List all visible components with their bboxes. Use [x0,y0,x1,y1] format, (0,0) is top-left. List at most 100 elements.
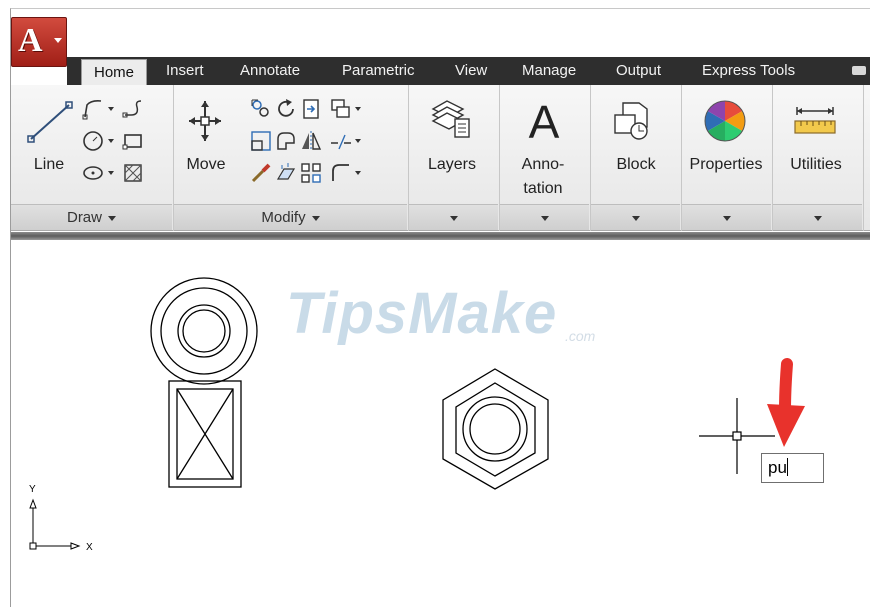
rectangle-icon [122,134,142,150]
ellipse-tool[interactable] [81,161,105,185]
draw-panel-footer[interactable]: Draw [11,204,172,230]
move-tool[interactable] [187,99,223,143]
layers-panel-footer[interactable] [409,204,498,230]
chevron-down-icon [54,38,62,43]
layered-boxes-icon [331,99,350,118]
copy-tool[interactable] [249,97,273,121]
hex-nut-drawing[interactable] [442,368,549,490]
chevron-down-icon [631,215,640,221]
move-label: Move [186,156,226,173]
array-stack-tool[interactable] [329,97,353,121]
fillet-tool[interactable] [274,129,298,153]
color-wheel-icon [704,100,746,142]
spline-icon [122,100,142,118]
grid-array-icon [301,163,321,183]
rectangle-tool[interactable] [121,129,145,153]
ucs-icon [29,498,81,550]
chevron-down-icon [540,215,549,221]
rotate-tool[interactable] [274,97,298,121]
erase-tool[interactable] [249,161,273,185]
block-tool[interactable] [611,97,657,143]
application-menu-button[interactable]: A [11,17,67,67]
utilities-panel-footer[interactable] [773,204,862,230]
chevron-down-icon [722,215,731,221]
line-icon [27,101,73,143]
chevron-down-icon [813,215,822,221]
red-arrow-pointer [767,358,805,447]
break-line-icon [331,134,351,150]
ellipse-icon [83,166,103,180]
block-panel-footer[interactable] [591,204,680,230]
circle-box-drawing[interactable] [150,277,258,488]
utilities-label: Utilities [790,156,842,173]
stretch-tool[interactable] [249,129,273,153]
mirror-icon [302,131,322,151]
dynamic-input-field[interactable]: pu [761,453,824,483]
stack-dropdown[interactable] [353,97,363,121]
autocad-logo: A [18,22,43,59]
fillet-icon [277,132,295,150]
autocad-window: A Home Insert Annotate Parametric View M… [10,8,870,607]
modify-panel-footer[interactable]: Modify [174,204,407,230]
layers-icon [431,100,470,138]
chamfer-dropdown[interactable] [353,161,363,185]
tab-parametric[interactable]: Parametric [342,57,415,85]
explode-tool[interactable] [274,161,298,185]
polyline-tool[interactable] [81,97,105,121]
ellipse-dropdown[interactable] [106,161,116,185]
tab-output[interactable]: Output [616,57,661,85]
annotation-label-line2: tation [523,180,563,197]
text-cursor [786,458,788,476]
mirror-tool[interactable] [299,129,323,153]
trim-tool[interactable] [299,97,323,121]
modify-panel-title: Modify [261,209,306,226]
hatch-tool[interactable] [121,161,145,185]
panel-divider [863,85,864,231]
chamfer-tool[interactable] [329,161,353,185]
tab-view[interactable]: View [455,57,487,85]
polyline-icon [82,100,102,120]
properties-panel-footer[interactable] [682,204,771,230]
break-dropdown[interactable] [353,129,363,153]
brush-icon [251,163,271,183]
tab-manage[interactable]: Manage [522,57,576,85]
line-tool[interactable] [25,97,75,147]
draw-panel-title: Draw [66,209,102,226]
rotate-icon [278,99,294,117]
ribbon-tab-bar: Home Insert Annotate Parametric View Man… [67,57,870,89]
break-tool[interactable] [329,129,353,153]
move-icon [189,101,221,141]
circle-dropdown[interactable] [106,129,116,153]
tab-express-tools[interactable]: Express Tools [702,57,795,85]
tab-insert[interactable]: Insert [166,57,204,85]
layers-tool[interactable] [429,97,475,143]
utilities-tool[interactable] [793,105,837,141]
properties-label: Properties [689,156,763,173]
chevron-down-icon [449,215,458,221]
dynamic-input-text: pu [768,458,787,477]
properties-tool[interactable] [703,99,747,143]
hatch-icon [124,164,142,182]
annotation-panel-footer[interactable] [500,204,589,230]
tab-annotate[interactable]: Annotate [240,57,300,85]
copy-icon [251,99,269,117]
spline-tool[interactable] [121,97,145,121]
circle-icon [83,131,103,151]
ribbon: Line Draw Move Modify Layers A Anno- tat… [11,85,870,231]
chevron-down-icon [108,215,116,221]
explode-icon [276,163,296,180]
line-label: Line [33,156,65,173]
annotation-label-line1: Anno- [521,156,565,173]
chamfer-icon [332,164,349,181]
ucs-y-label: Y [29,484,36,495]
tab-overflow-button[interactable] [852,66,866,75]
circle-tool[interactable] [81,129,105,153]
drawing-canvas[interactable]: TipsMake .com Y X pu [11,240,870,607]
block-icon [614,102,648,140]
trim-icon [303,99,319,119]
array-tool[interactable] [299,161,323,185]
stretch-icon [251,131,271,151]
text-icon: A [528,96,560,148]
polyline-dropdown[interactable] [106,97,116,121]
ribbon-canvas-divider [11,232,870,240]
